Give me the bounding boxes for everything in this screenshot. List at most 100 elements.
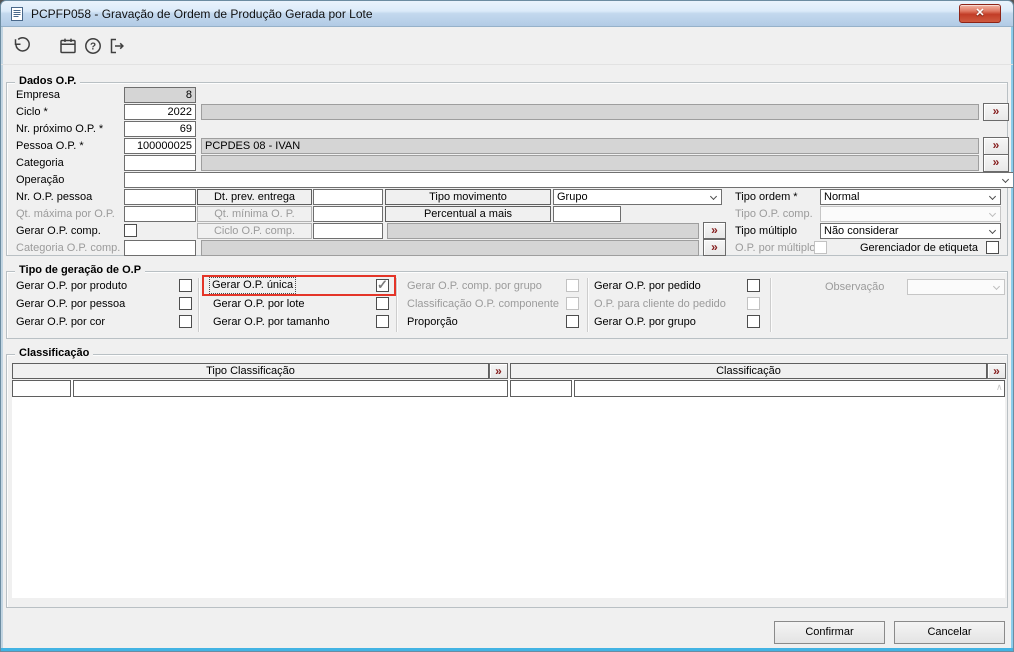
gerar-op-por-cor-checkbox[interactable] (179, 315, 192, 328)
gerar-op-por-produto-label: Gerar O.P. por produto (16, 280, 128, 292)
gerar-op-por-produto-checkbox[interactable] (179, 279, 192, 292)
calendar-button[interactable] (58, 36, 80, 58)
gerar-op-por-pessoa-checkbox[interactable] (179, 297, 192, 310)
gerar-op-por-tamanho-checkbox[interactable] (376, 315, 389, 328)
gerar-op-por-lote-checkbox[interactable] (376, 297, 389, 310)
chevron-down-icon (988, 192, 997, 201)
proporcao-checkbox[interactable] (566, 315, 579, 328)
help-icon: ? (85, 38, 101, 54)
gerar-op-unica-label: Gerar O.P. única (208, 277, 297, 294)
tipo-op-comp-combobox (820, 206, 1001, 222)
ciclo-op-comp-input[interactable] (313, 223, 383, 239)
gerar-op-comp-por-grupo-label: Gerar O.P. comp. por grupo (407, 280, 542, 292)
operacao-combobox[interactable] (124, 172, 1013, 188)
calendar-icon (60, 38, 76, 54)
pessoa-op-input[interactable]: 100000025 (124, 138, 196, 154)
empresa-label: Empresa (16, 89, 61, 101)
tipo-multiplo-combobox[interactable]: Não considerar (820, 223, 1001, 239)
gerenciador-etiqueta-checkbox[interactable] (986, 241, 999, 254)
gerar-op-comp-por-grupo-checkbox (566, 279, 579, 292)
table-row-cell[interactable] (574, 380, 1005, 397)
exit-button[interactable] (107, 36, 129, 58)
cancelar-button[interactable]: Cancelar (894, 621, 1005, 644)
categoria-op-comp-label: Categoria O.P. comp. (16, 242, 121, 254)
table-row-cell[interactable] (12, 380, 71, 397)
app-icon (11, 7, 23, 21)
ciclo-desc-field (201, 104, 979, 120)
ciclo-label: Ciclo * (16, 106, 48, 118)
table-row-cell[interactable] (510, 380, 572, 397)
ciclo-input[interactable]: 2022 (124, 104, 196, 120)
pessoa-op-lookup-button[interactable]: » (983, 137, 1009, 155)
proporcao-label: Proporção (407, 316, 458, 328)
chevron-down-icon (992, 282, 1001, 291)
refresh-icon (14, 37, 30, 52)
qt-maxima-label: Qt. máxima por O.P. (16, 208, 115, 220)
divider (770, 278, 771, 332)
gerar-op-por-lote-label: Gerar O.P. por lote (213, 298, 305, 310)
group-dados-op: Dados O.P. Empresa 8 Ciclo * 2022 » Nr. … (6, 75, 1013, 256)
qt-minima-input[interactable] (313, 206, 383, 222)
table-row-cell[interactable] (73, 380, 508, 397)
ciclo-op-comp-lookup-button[interactable]: » (703, 222, 726, 239)
titlebar: PCPFP058 - Gravação de Ordem de Produção… (1, 1, 1013, 27)
group-dados-op-legend: Dados O.P. (15, 75, 81, 87)
app-window: PCPFP058 - Gravação de Ordem de Produção… (0, 0, 1014, 652)
group-tipo-geracao: Tipo de geração de O.P Gerar O.P. por pr… (6, 264, 1008, 339)
close-button[interactable]: ✕ (959, 4, 1001, 23)
tipo-movimento-label: Tipo movimento (385, 189, 551, 205)
classificacao-op-componente-checkbox (566, 297, 579, 310)
gerar-op-por-cor-label: Gerar O.P. por cor (16, 316, 106, 328)
qt-minima-label: Qt. mínima O. P. (197, 206, 312, 222)
categoria-op-comp-input[interactable] (124, 240, 196, 256)
categoria-lookup-button[interactable]: » (983, 154, 1009, 172)
gerar-op-unica-checkbox[interactable] (376, 277, 389, 293)
chevron-down-icon (988, 209, 997, 218)
column-header-classificacao: Classificação (510, 363, 987, 379)
exit-icon (110, 38, 124, 54)
window-title: PCPFP058 - Gravação de Ordem de Produção… (31, 7, 373, 21)
dt-prev-entrega-input[interactable] (313, 189, 383, 205)
op-para-cliente-do-pedido-label: O.P. para cliente do pedido (594, 298, 726, 310)
categoria-desc-field (201, 155, 979, 171)
tipo-movimento-combobox[interactable]: Grupo (553, 189, 722, 205)
classificacao-table-body[interactable] (12, 380, 1005, 598)
qt-maxima-input[interactable] (124, 206, 196, 222)
ciclo-lookup-button[interactable]: » (983, 103, 1009, 121)
scroll-up-icon[interactable]: ∧ (996, 383, 1003, 392)
tipo-ordem-label: Tipo ordem * (735, 191, 798, 203)
group-tipo-geracao-legend: Tipo de geração de O.P (15, 264, 146, 276)
tipo-multiplo-value: Não considerar (824, 225, 899, 237)
gerenciador-etiqueta-label: Gerenciador de etiqueta (860, 242, 979, 254)
tipo-ordem-combobox[interactable]: Normal (820, 189, 1001, 205)
gerar-op-por-grupo-checkbox[interactable] (747, 315, 760, 328)
gerar-op-por-pedido-checkbox[interactable] (747, 279, 760, 292)
observacao-combobox (907, 279, 1005, 295)
categoria-input[interactable] (124, 155, 196, 171)
percentual-a-mais-label: Percentual a mais (385, 206, 551, 222)
confirmar-button[interactable]: Confirmar (774, 621, 885, 644)
svg-text:?: ? (90, 42, 96, 53)
close-icon: ✕ (975, 7, 985, 19)
operacao-label: Operação (16, 174, 65, 186)
ciclo-op-comp-label: Ciclo O.P. comp. (197, 223, 312, 239)
percentual-a-mais-input[interactable] (553, 206, 621, 222)
classificacao-lookup-button[interactable]: » (987, 363, 1006, 379)
divider (198, 278, 199, 332)
tipo-multiplo-label: Tipo múltiplo (735, 225, 797, 237)
help-button[interactable]: ? (83, 36, 105, 58)
chevron-down-icon (709, 192, 718, 201)
gerar-op-comp-checkbox[interactable] (124, 224, 137, 237)
gerar-op-comp-label: Gerar O.P. comp. (16, 225, 101, 237)
nr-op-pessoa-input[interactable] (124, 189, 196, 205)
toolbar: ? (1, 27, 1013, 65)
nr-proximo-op-input[interactable]: 69 (124, 121, 196, 137)
op-para-cliente-do-pedido-checkbox (747, 297, 760, 310)
group-classificacao: Classificação Tipo Classificação » Class… (6, 347, 1008, 608)
refresh-button[interactable] (11, 36, 33, 58)
tipo-classificacao-lookup-button[interactable]: » (489, 363, 508, 379)
nr-op-pessoa-label: Nr. O.P. pessoa (16, 191, 93, 203)
op-por-multiplo-label: O.P. por múltiplo (735, 242, 816, 254)
categoria-op-comp-lookup-button[interactable]: » (703, 239, 726, 256)
divider (587, 278, 588, 332)
